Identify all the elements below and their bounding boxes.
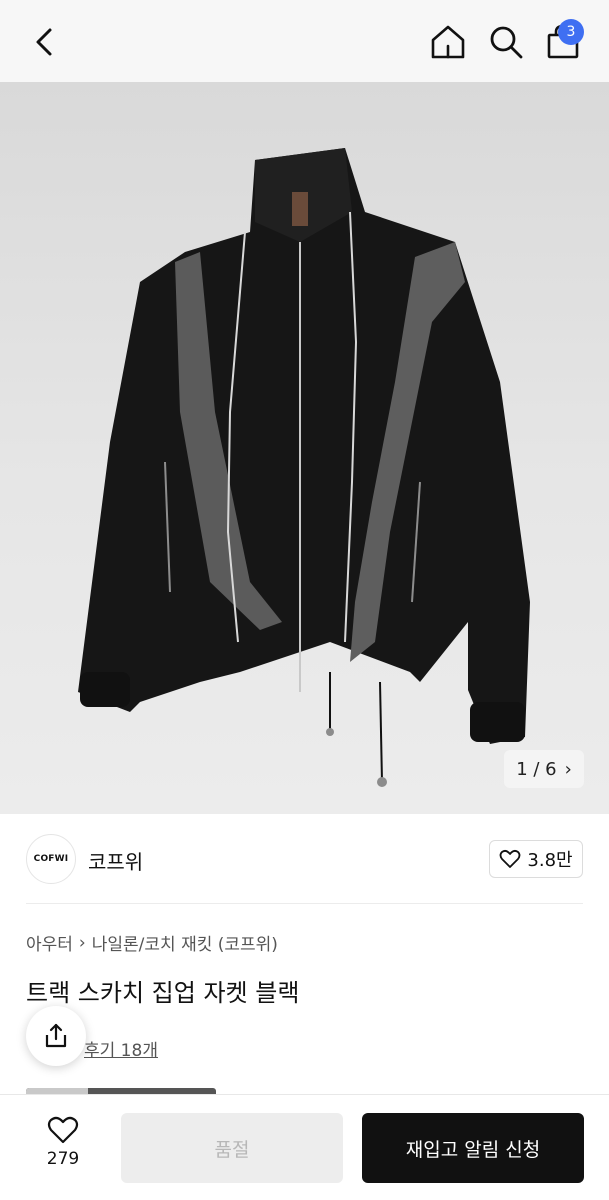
top-app-bar: 3 [0, 0, 609, 82]
breadcrumb-item-outer[interactable]: 아우터 [26, 930, 73, 955]
section-divider [26, 903, 583, 904]
breadcrumb-separator: › [78, 932, 86, 953]
soldout-button[interactable]: 품절 [121, 1113, 343, 1183]
back-button[interactable] [28, 22, 64, 62]
home-button[interactable] [428, 22, 468, 62]
jacket-illustration [78, 148, 530, 787]
brand-row: COFWI 코프위 3.8만 [0, 814, 609, 904]
restock-notify-button[interactable]: 재입고 알림 신청 [362, 1113, 584, 1183]
breadcrumb: 아우터 › 나일론/코치 재킷 (코프위) [26, 930, 278, 956]
home-icon [431, 25, 465, 59]
image-counter-label: 1 / 6 [516, 758, 557, 780]
review-link[interactable]: 후기 18개 [84, 1036, 158, 1061]
product-image[interactable] [0, 82, 609, 814]
brand-like-count: 3.8만 [527, 850, 573, 871]
brand-logo-text: COFWI [33, 854, 69, 864]
chevron-left-icon [36, 28, 52, 56]
breadcrumb-item-category[interactable]: 나일론/코치 재킷 (코프위) [92, 930, 278, 955]
search-button[interactable] [486, 22, 526, 62]
share-icon [45, 1023, 67, 1048]
image-counter[interactable]: 1 / 6 › [504, 750, 584, 788]
brand-logo[interactable]: COFWI [26, 834, 76, 884]
share-button[interactable] [26, 1006, 86, 1066]
product-title: 트랙 스카치 집업 자켓 블랙 [26, 979, 300, 1007]
cart-count-badge: 3 [558, 19, 584, 45]
bottom-action-bar: 279 품절 재입고 알림 신청 [0, 1094, 609, 1200]
wishlist-button[interactable]: 279 [30, 1115, 96, 1185]
search-icon [490, 26, 523, 59]
brand-name[interactable]: 코프위 [88, 846, 143, 875]
heart-icon [500, 849, 521, 868]
heart-icon [47, 1116, 79, 1144]
chevron-right-icon: › [564, 758, 572, 780]
brand-like-button[interactable]: 3.8만 [489, 840, 583, 878]
wishlist-count: 279 [46, 1149, 80, 1169]
